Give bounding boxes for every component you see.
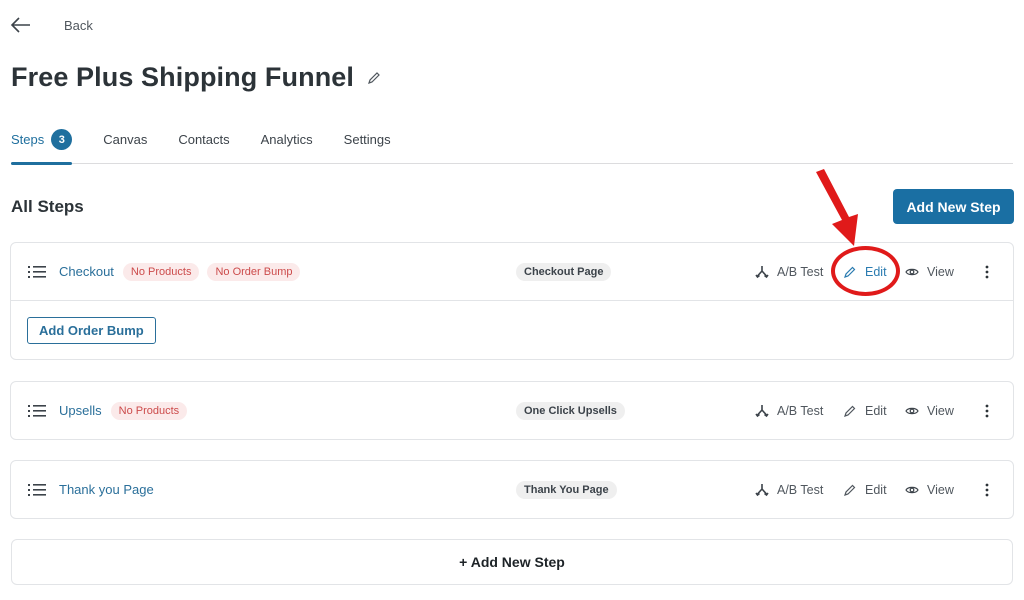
- view-label: View: [927, 264, 954, 279]
- back-label: Back: [64, 17, 93, 33]
- tab-bar: Steps 3 Canvas Contacts Analytics Settin…: [11, 126, 1013, 165]
- add-new-step-bottom-button[interactable]: + Add New Step: [11, 539, 1013, 585]
- no-products-badge: No Products: [122, 262, 200, 281]
- arrow-left-icon: [10, 17, 30, 33]
- tab-settings[interactable]: Settings: [344, 126, 391, 164]
- step-row: Thank you Page Thank You Page A/B Test E…: [11, 461, 1013, 518]
- ab-test-button[interactable]: A/B Test: [755, 483, 823, 497]
- edit-button[interactable]: Edit: [843, 404, 887, 418]
- back-link[interactable]: Back: [10, 14, 93, 36]
- ab-test-label: A/B Test: [777, 264, 824, 279]
- step-card-checkout: Checkout No Products No Order Bump Check…: [10, 242, 1014, 360]
- edit-label: Edit: [865, 482, 887, 497]
- more-options-button[interactable]: [980, 483, 1002, 497]
- no-order-bump-badge: No Order Bump: [207, 262, 301, 281]
- tab-canvas[interactable]: Canvas: [103, 126, 147, 164]
- edit-button[interactable]: Edit: [843, 265, 887, 279]
- tab-label: Analytics: [260, 132, 313, 147]
- eye-icon: [905, 268, 919, 275]
- pencil-icon: [844, 405, 856, 417]
- add-order-bump-button[interactable]: Add Order Bump: [27, 316, 156, 344]
- edit-label: Edit: [865, 264, 887, 279]
- ab-test-button[interactable]: A/B Test: [755, 265, 823, 279]
- tab-contacts[interactable]: Contacts: [178, 126, 229, 164]
- steps-count-badge: 3: [51, 129, 73, 150]
- view-button[interactable]: View: [905, 483, 954, 497]
- drag-handle-icon[interactable]: [28, 265, 46, 279]
- more-options-button[interactable]: [980, 265, 1002, 279]
- step-card-upsells: Upsells No Products One Click Upsells A/…: [10, 381, 1014, 440]
- edit-button[interactable]: Edit: [843, 483, 887, 497]
- view-button[interactable]: View: [905, 404, 954, 418]
- no-products-badge: No Products: [110, 401, 188, 420]
- step-row: Upsells No Products One Click Upsells A/…: [11, 382, 1013, 439]
- section-title: All Steps: [11, 197, 84, 216]
- step-row: Checkout No Products No Order Bump Check…: [11, 243, 1013, 300]
- kebab-menu-icon: [985, 265, 989, 278]
- step-name[interactable]: Checkout: [59, 264, 114, 279]
- drag-handle-icon[interactable]: [28, 483, 46, 497]
- eye-icon: [905, 486, 919, 493]
- view-label: View: [927, 482, 954, 497]
- ab-test-button[interactable]: A/B Test: [755, 404, 823, 418]
- tab-label: Settings: [343, 132, 391, 147]
- pencil-icon: [844, 484, 856, 496]
- ab-test-label: A/B Test: [777, 403, 824, 418]
- view-label: View: [927, 403, 954, 418]
- tab-label: Contacts: [178, 132, 230, 147]
- step-card-thank-you: Thank you Page Thank You Page A/B Test E…: [10, 460, 1014, 519]
- tab-analytics[interactable]: Analytics: [261, 126, 313, 164]
- split-icon: [755, 483, 769, 496]
- tab-label: Steps: [11, 132, 45, 147]
- tab-steps[interactable]: Steps 3: [11, 126, 73, 165]
- annotation-arrow-icon: [816, 169, 858, 246]
- step-name[interactable]: Upsells: [59, 403, 102, 418]
- step-footer: Add Order Bump: [11, 301, 1013, 359]
- drag-handle-icon[interactable]: [28, 404, 46, 418]
- kebab-menu-icon: [985, 404, 989, 417]
- ab-test-label: A/B Test: [777, 482, 824, 497]
- step-type-badge: One Click Upsells: [516, 401, 625, 420]
- split-icon: [755, 404, 769, 417]
- step-type-badge: Checkout Page: [516, 262, 612, 281]
- split-icon: [755, 265, 769, 278]
- add-new-step-button[interactable]: Add New Step: [893, 189, 1014, 224]
- pencil-icon[interactable]: [366, 70, 382, 86]
- view-button[interactable]: View: [905, 265, 954, 279]
- eye-icon: [905, 407, 919, 414]
- edit-label: Edit: [865, 403, 887, 418]
- pencil-icon: [844, 266, 856, 278]
- kebab-menu-icon: [985, 483, 989, 496]
- more-options-button[interactable]: [980, 404, 1002, 418]
- step-type-badge: Thank You Page: [516, 480, 617, 499]
- page-title: Free Plus Shipping Funnel: [11, 62, 355, 92]
- tab-label: Canvas: [103, 132, 148, 147]
- step-name[interactable]: Thank you Page: [59, 482, 154, 497]
- title-row: Free Plus Shipping Funnel: [11, 62, 382, 93]
